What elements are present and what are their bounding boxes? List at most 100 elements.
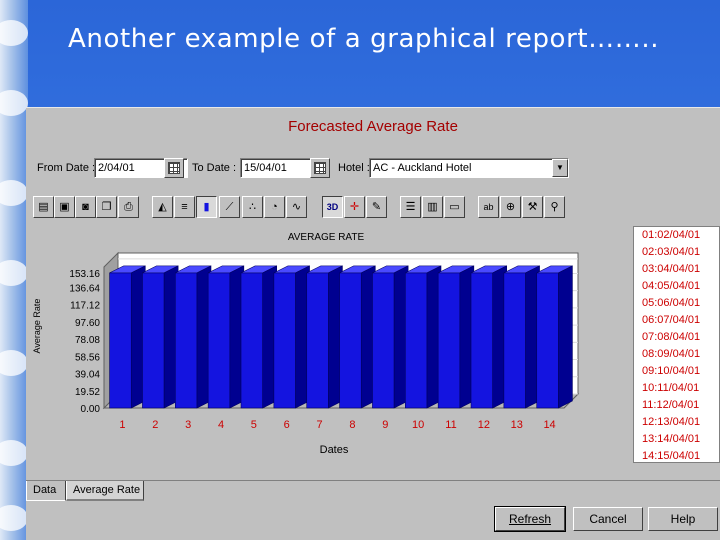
- calendar-icon: [314, 162, 326, 174]
- bar: [503, 272, 526, 409]
- slide-title: Another example of a graphical report…….…: [68, 24, 660, 54]
- report-window: Forecasted Average Rate From Date : 2/04…: [26, 107, 720, 540]
- date-index: 12:: [642, 416, 658, 428]
- x-tick-label: 7: [317, 419, 323, 431]
- date-list-item[interactable]: 05:06/04/01: [634, 295, 719, 312]
- chart-toolbar: ▤ ▣ ◙ ❐ ⎙ ◭ ≡ ▮ ⟋ ∴ ◔ ∿ 3D ✛ ✎ ☰ ▥ ▭ ab …: [26, 196, 720, 222]
- bar: [404, 272, 428, 409]
- refresh-button[interactable]: Refresh: [494, 506, 566, 532]
- help-button[interactable]: Help: [648, 507, 718, 531]
- x-tick-label: 13: [511, 419, 523, 431]
- y-tick-label: 136.64: [69, 283, 100, 294]
- camera-icon[interactable]: ◙: [75, 196, 96, 218]
- print-icon[interactable]: ⎙: [118, 196, 139, 218]
- date-list-item[interactable]: 04:05/04/01: [634, 278, 719, 295]
- y-tick-label: 58.56: [75, 352, 100, 363]
- date-list-item[interactable]: 13:14/04/01: [634, 431, 719, 448]
- chevron-down-icon[interactable]: ▼: [552, 159, 568, 177]
- date-list-item[interactable]: 11:12/04/01: [634, 397, 719, 414]
- columns-icon[interactable]: ▥: [422, 196, 443, 218]
- pie-chart-icon[interactable]: ◔: [264, 196, 285, 218]
- y-tick-label: 153.16: [69, 269, 100, 280]
- x-tick-label: 1: [119, 419, 125, 431]
- bar-horizontal-icon[interactable]: ≡: [174, 196, 195, 218]
- bar-chart-icon[interactable]: ▮: [196, 196, 217, 218]
- date-list-item[interactable]: 03:04/04/01: [634, 261, 719, 278]
- bar: [142, 272, 165, 409]
- tab-average-rate[interactable]: Average Rate: [66, 481, 144, 501]
- date-list[interactable]: 01:02/04/01 02:03/04/01 03:04/04/01 04:05/0…: [633, 226, 720, 463]
- date-index: 03:: [642, 263, 658, 275]
- date-value: 15/04/01: [657, 450, 701, 462]
- date-value: 03/04/01: [657, 246, 701, 258]
- line-chart-icon[interactable]: ⟋: [219, 196, 240, 218]
- bar: [306, 272, 329, 409]
- date-list-item[interactable]: 07:08/04/01: [634, 329, 719, 346]
- trend-icon[interactable]: ∿: [286, 196, 307, 218]
- cancel-button[interactable]: Cancel: [573, 507, 643, 531]
- copy-icon[interactable]: ❐: [96, 196, 117, 218]
- hotel-select[interactable]: AC - Auckland Hotel: [369, 158, 569, 178]
- date-list-item[interactable]: 06:07/04/01: [634, 312, 719, 329]
- date-list-item[interactable]: 08:09/04/01: [634, 346, 719, 363]
- report-title: Forecasted Average Rate: [288, 118, 458, 135]
- date-list-item[interactable]: 14:15/04/01: [634, 448, 719, 462]
- y-tick-label: 78.08: [75, 335, 100, 346]
- x-tick-label: 5: [251, 419, 257, 431]
- date-index: 04:: [642, 280, 658, 292]
- date-index: 09:: [642, 365, 658, 377]
- date-index: 07:: [642, 331, 658, 343]
- crosshair-icon[interactable]: ✛: [344, 196, 365, 218]
- y-tick-label: 0.00: [81, 404, 101, 415]
- date-index: 14:: [642, 450, 658, 462]
- from-date-calendar-button[interactable]: [164, 158, 184, 178]
- date-value: 11/04/01: [657, 382, 700, 394]
- y-tick-label: 39.04: [75, 370, 100, 381]
- date-value: 04/04/01: [657, 263, 701, 275]
- lines-icon[interactable]: ▭: [444, 196, 465, 218]
- tools-icon[interactable]: ⚒: [522, 196, 543, 218]
- date-index: 05:: [642, 297, 658, 309]
- bar: [273, 272, 296, 409]
- to-date-label: To Date :: [192, 162, 237, 174]
- date-list-item[interactable]: 10:11/04/01: [634, 380, 719, 397]
- bar: [175, 272, 198, 409]
- x-tick-label: 9: [382, 419, 388, 431]
- save-icon[interactable]: ▤: [33, 196, 54, 218]
- date-index: 01:: [642, 229, 658, 241]
- x-tick-label: 12: [478, 419, 490, 431]
- date-value: 12/04/01: [656, 399, 700, 411]
- bar-chart: 153.16136.64117.1297.6078.0858.5639.0419…: [32, 232, 580, 456]
- 3d-icon[interactable]: 3D: [322, 196, 343, 218]
- date-list-item[interactable]: 01:02/04/01: [634, 227, 719, 244]
- bar: [470, 272, 493, 409]
- search-icon[interactable]: ⚲: [544, 196, 565, 218]
- date-list-item[interactable]: 09:10/04/01: [634, 363, 719, 380]
- date-index: 06:: [642, 314, 658, 326]
- disk-icon[interactable]: ▣: [54, 196, 75, 218]
- x-tick-label: 3: [185, 419, 191, 431]
- label-icon[interactable]: ab: [478, 196, 499, 218]
- x-tick-label: 4: [218, 419, 224, 431]
- y-tick-label: 19.52: [75, 387, 100, 398]
- text-icon[interactable]: ☰: [400, 196, 421, 218]
- x-tick-label: 11: [445, 419, 456, 431]
- bar: [109, 272, 132, 409]
- date-list-item[interactable]: 02:03/04/01: [634, 244, 719, 261]
- scatter-icon[interactable]: ∴: [242, 196, 263, 218]
- zoom-icon[interactable]: ⊕: [500, 196, 521, 218]
- x-tick-label: 6: [284, 419, 290, 431]
- tab-data[interactable]: Data: [26, 481, 66, 501]
- area-chart-icon[interactable]: ◭: [152, 196, 173, 218]
- bar: [339, 272, 362, 409]
- date-value: 14/04/01: [657, 433, 701, 445]
- date-value: 08/04/01: [657, 331, 701, 343]
- date-value: 07/04/01: [657, 314, 701, 326]
- chart-panel: 153.16 136.64 117.12 97.60 78.08 58.56 39.04 19…: [26, 226, 633, 462]
- edit-points-icon[interactable]: ✎: [366, 196, 387, 218]
- date-list-item[interactable]: 12:13/04/01: [634, 414, 719, 431]
- to-date-calendar-button[interactable]: [310, 158, 330, 178]
- date-index: 02:: [642, 246, 658, 258]
- date-value: 02/04/01: [657, 229, 701, 241]
- bar: [207, 272, 231, 409]
